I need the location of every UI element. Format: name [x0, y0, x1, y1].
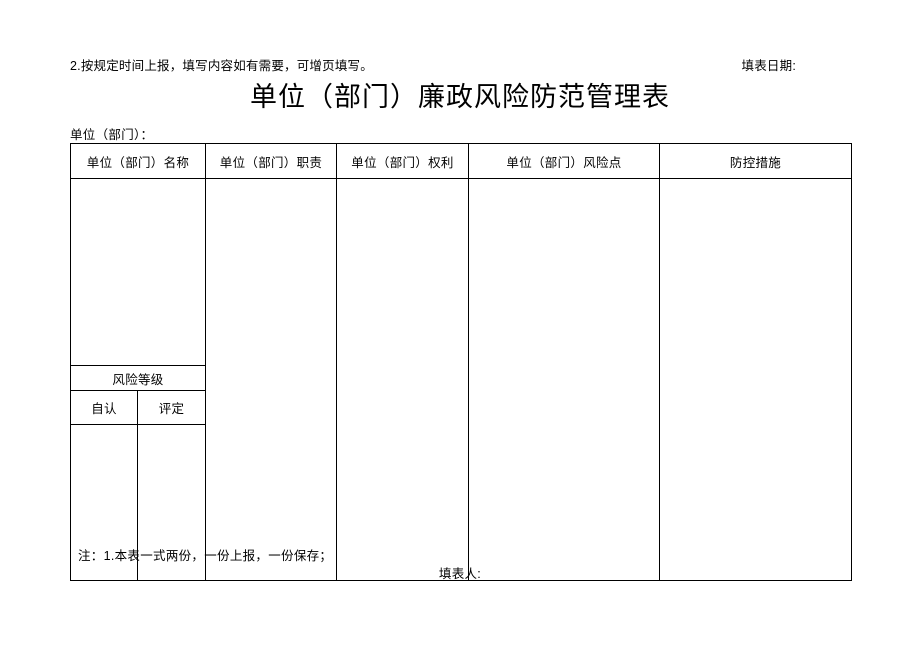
- risk-level-group-header: 风险等级: [71, 365, 205, 391]
- document-page: 2.按规定时间上报，填写内容如有需要，可增页填写。 填表日期: 单位（部门）廉政…: [0, 0, 920, 651]
- footer-note: 注：1.本表一式两份，一份上报，一份保存；: [78, 549, 333, 563]
- cell-unit-duty-value[interactable]: [205, 178, 337, 581]
- instruction-note: 2.按规定时间上报，填写内容如有需要，可增页填写。: [70, 59, 373, 73]
- column-header-unit-power: 单位（部门）权利: [336, 143, 469, 179]
- cell-unit-power-value[interactable]: [336, 178, 469, 581]
- table-body: 风险等级 自认 评定: [70, 178, 852, 581]
- page-title: 单位（部门）廉政风险防范管理表: [250, 82, 670, 113]
- table-header: 单位（部门）名称 单位（部门）职责 单位（部门）权利 单位（部门）风险点 防控措…: [70, 143, 852, 179]
- management-table-wrapper: 单位（部门）名称 单位（部门）职责 单位（部门）权利 单位（部门）风险点 防控措…: [70, 143, 852, 581]
- unit-name-label: 单位（部门）：: [70, 128, 154, 142]
- risk-level-subheader-row: 自认 评定: [71, 390, 205, 425]
- footer-signer-label: 填表人:: [438, 567, 482, 581]
- table-row: 风险等级 自认 评定: [70, 178, 852, 581]
- cell-unit-name-group: 风险等级 自认 评定: [70, 178, 206, 581]
- column-header-unit-name: 单位（部门）名称: [70, 143, 206, 179]
- risk-level-subheader-self: 自认: [71, 391, 138, 424]
- column-header-risk-point: 单位（部门）风险点: [468, 143, 660, 179]
- fill-date-label: 填表日期:: [741, 59, 796, 73]
- cell-risk-point-value[interactable]: [468, 178, 660, 581]
- risk-level-subheader-evaluation: 评定: [158, 402, 185, 416]
- cell-control-measure-value[interactable]: [659, 178, 852, 581]
- column-header-control-measure: 防控措施: [659, 143, 852, 179]
- table-header-row: 单位（部门）名称 单位（部门）职责 单位（部门）权利 单位（部门）风险点 防控措…: [70, 143, 852, 179]
- cell-unit-name-value[interactable]: [71, 179, 205, 366]
- column-header-unit-duty: 单位（部门）职责: [205, 143, 337, 179]
- risk-level-subtable: 风险等级 自认 评定: [71, 179, 205, 580]
- top-instruction-row: 2.按规定时间上报，填写内容如有需要，可增页填写。 填表日期:: [70, 58, 846, 74]
- management-table: 单位（部门）名称 单位（部门）职责 单位（部门）权利 单位（部门）风险点 防控措…: [70, 143, 852, 581]
